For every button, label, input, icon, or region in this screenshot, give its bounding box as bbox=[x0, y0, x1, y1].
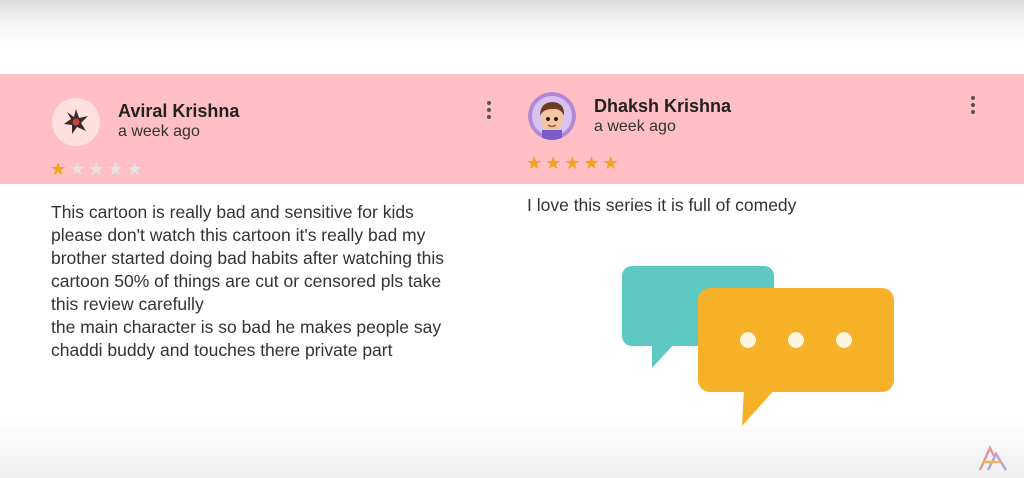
more-options-button[interactable] bbox=[970, 96, 976, 116]
cartoon-avatar-icon bbox=[528, 92, 576, 140]
review-line: please don't watch this cartoon it's rea… bbox=[51, 225, 426, 245]
review-line: brother started doing bad habits after w… bbox=[51, 248, 445, 268]
reviewer-avatar[interactable] bbox=[528, 92, 576, 140]
review-line: the main character is so bad he makes pe… bbox=[51, 317, 442, 337]
star-icon: ★ bbox=[107, 159, 127, 179]
review-line: this review carefully bbox=[51, 294, 204, 314]
reviewer-avatar[interactable] bbox=[52, 98, 100, 146]
brand-logo bbox=[978, 445, 1008, 471]
review-time: a week ago bbox=[118, 123, 200, 140]
review-text: This cartoon is really bad and sensitive… bbox=[51, 201, 511, 362]
star-rating: ★★★★★ bbox=[50, 159, 146, 180]
review-line: This cartoon is really bad and sensitive… bbox=[51, 202, 414, 222]
chat-bubbles-illustration bbox=[622, 266, 894, 426]
star-icon: ★ bbox=[50, 159, 70, 179]
star-icon: ★ bbox=[526, 153, 546, 173]
more-options-button[interactable] bbox=[486, 101, 492, 121]
star-icon: ★ bbox=[602, 153, 622, 173]
star-icon: ★ bbox=[69, 159, 89, 179]
star-icon: ★ bbox=[583, 153, 603, 173]
star-icon: ★ bbox=[88, 159, 108, 179]
star-icon: ★ bbox=[545, 153, 565, 173]
star-icon: ★ bbox=[564, 153, 584, 173]
review-text: I love this series it is full of comedy bbox=[527, 194, 947, 217]
emblem-icon bbox=[52, 98, 100, 146]
star-rating: ★★★★★ bbox=[526, 153, 622, 174]
review-line: I love this series it is full of comedy bbox=[527, 195, 797, 215]
review-line: cartoon 50% of things are cut or censore… bbox=[51, 271, 442, 291]
more-vert-icon bbox=[971, 96, 975, 100]
reviewer-name: Dhaksh Krishna bbox=[594, 96, 732, 116]
chat-bubble-front bbox=[698, 288, 894, 426]
more-vert-icon bbox=[487, 101, 491, 105]
review-line: chaddi buddy and touches there private p… bbox=[51, 340, 393, 360]
reviewer-name: Aviral Krishna bbox=[118, 101, 240, 121]
star-icon: ★ bbox=[126, 159, 146, 179]
review-time: a week ago bbox=[594, 118, 676, 135]
